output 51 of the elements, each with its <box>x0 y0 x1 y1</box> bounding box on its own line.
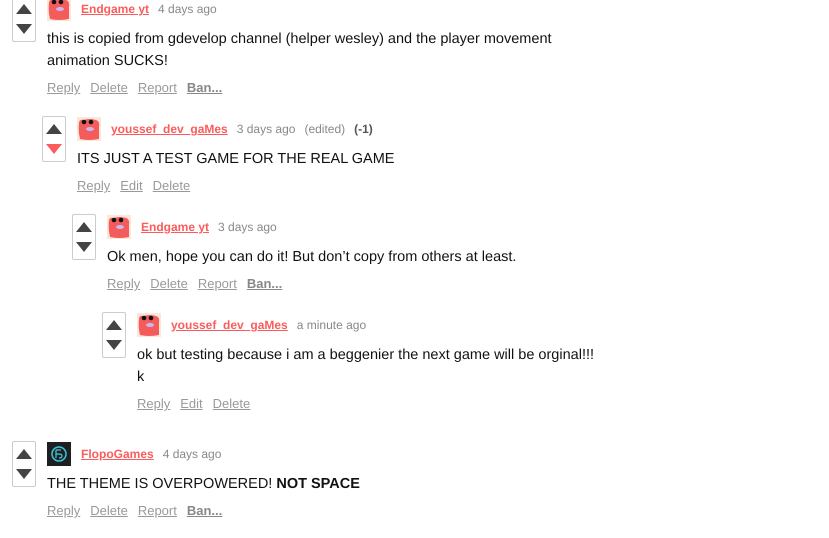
comment-text: k <box>137 368 146 387</box>
comment-text: THE THEME IS OVERPOWERED! NOT SPACE <box>47 475 360 494</box>
comment-text: ok but testing because i am a beggenier the next game will be orginal!!! <box>137 346 594 365</box>
comment-text: animation SUCKS! <box>47 52 169 71</box>
upvote-icon[interactable] <box>76 222 92 232</box>
comment-text: Ok men, hope you can do it! But don’t copy from others at least. <box>107 248 516 267</box>
action-link[interactable]: Ban... <box>186 80 222 95</box>
author-link[interactable]: Endgame yt <box>141 220 210 234</box>
action-link[interactable]: Reply <box>77 178 110 193</box>
action-link[interactable]: Ban... <box>186 503 222 518</box>
score: (-1) <box>354 122 373 136</box>
timestamp: 3 days ago <box>218 220 277 234</box>
author-link[interactable]: youssef_dev_gaMes <box>171 318 288 332</box>
upvote-icon[interactable] <box>46 124 62 134</box>
downvote-icon[interactable] <box>106 340 122 350</box>
downvote-icon[interactable] <box>76 242 92 252</box>
author-link[interactable]: FlopoGames <box>81 447 154 461</box>
author-link[interactable]: youssef_dev_gaMes <box>111 122 228 136</box>
avatar-icon <box>137 313 161 337</box>
timestamp: a minute ago <box>296 318 366 332</box>
upvote-icon[interactable] <box>16 449 32 459</box>
action-link[interactable]: Report <box>138 503 177 518</box>
action-link[interactable]: Reply <box>47 503 80 518</box>
author-link[interactable]: Endgame yt <box>81 2 150 16</box>
upvote-icon[interactable] <box>106 320 122 330</box>
action-link[interactable]: Report <box>138 80 177 95</box>
comment-text: this is copied from gdevelop channel (helper wesley) and the player movement <box>47 30 552 49</box>
timestamp: 4 days ago <box>162 447 222 461</box>
avatar-icon <box>47 442 71 466</box>
action-link[interactable]: Delete <box>152 178 190 193</box>
action-link[interactable]: Ban... <box>246 276 282 291</box>
comment-text: ITS JUST A TEST GAME FOR THE REAL GAME <box>77 150 394 169</box>
upvote-icon[interactable] <box>16 4 32 14</box>
avatar-icon <box>77 117 101 141</box>
downvote-icon[interactable] <box>16 469 32 479</box>
action-link[interactable]: Report <box>198 276 237 291</box>
action-link[interactable]: Edit <box>120 178 143 193</box>
avatar-icon <box>107 215 131 239</box>
action-link[interactable]: Delete <box>90 503 128 518</box>
action-link[interactable]: Reply <box>47 80 80 95</box>
action-link[interactable]: Edit <box>180 396 203 411</box>
timestamp: 3 days ago <box>236 122 296 136</box>
downvote-icon[interactable] <box>16 24 32 34</box>
action-link[interactable]: Delete <box>212 396 250 411</box>
action-link[interactable]: Reply <box>137 396 170 411</box>
edited-label: (edited) <box>304 122 346 136</box>
action-link[interactable]: Delete <box>150 276 188 291</box>
action-link[interactable]: Reply <box>107 276 140 291</box>
timestamp: 4 days ago <box>158 2 217 16</box>
action-link[interactable]: Delete <box>90 80 128 95</box>
avatar-icon <box>47 0 71 21</box>
